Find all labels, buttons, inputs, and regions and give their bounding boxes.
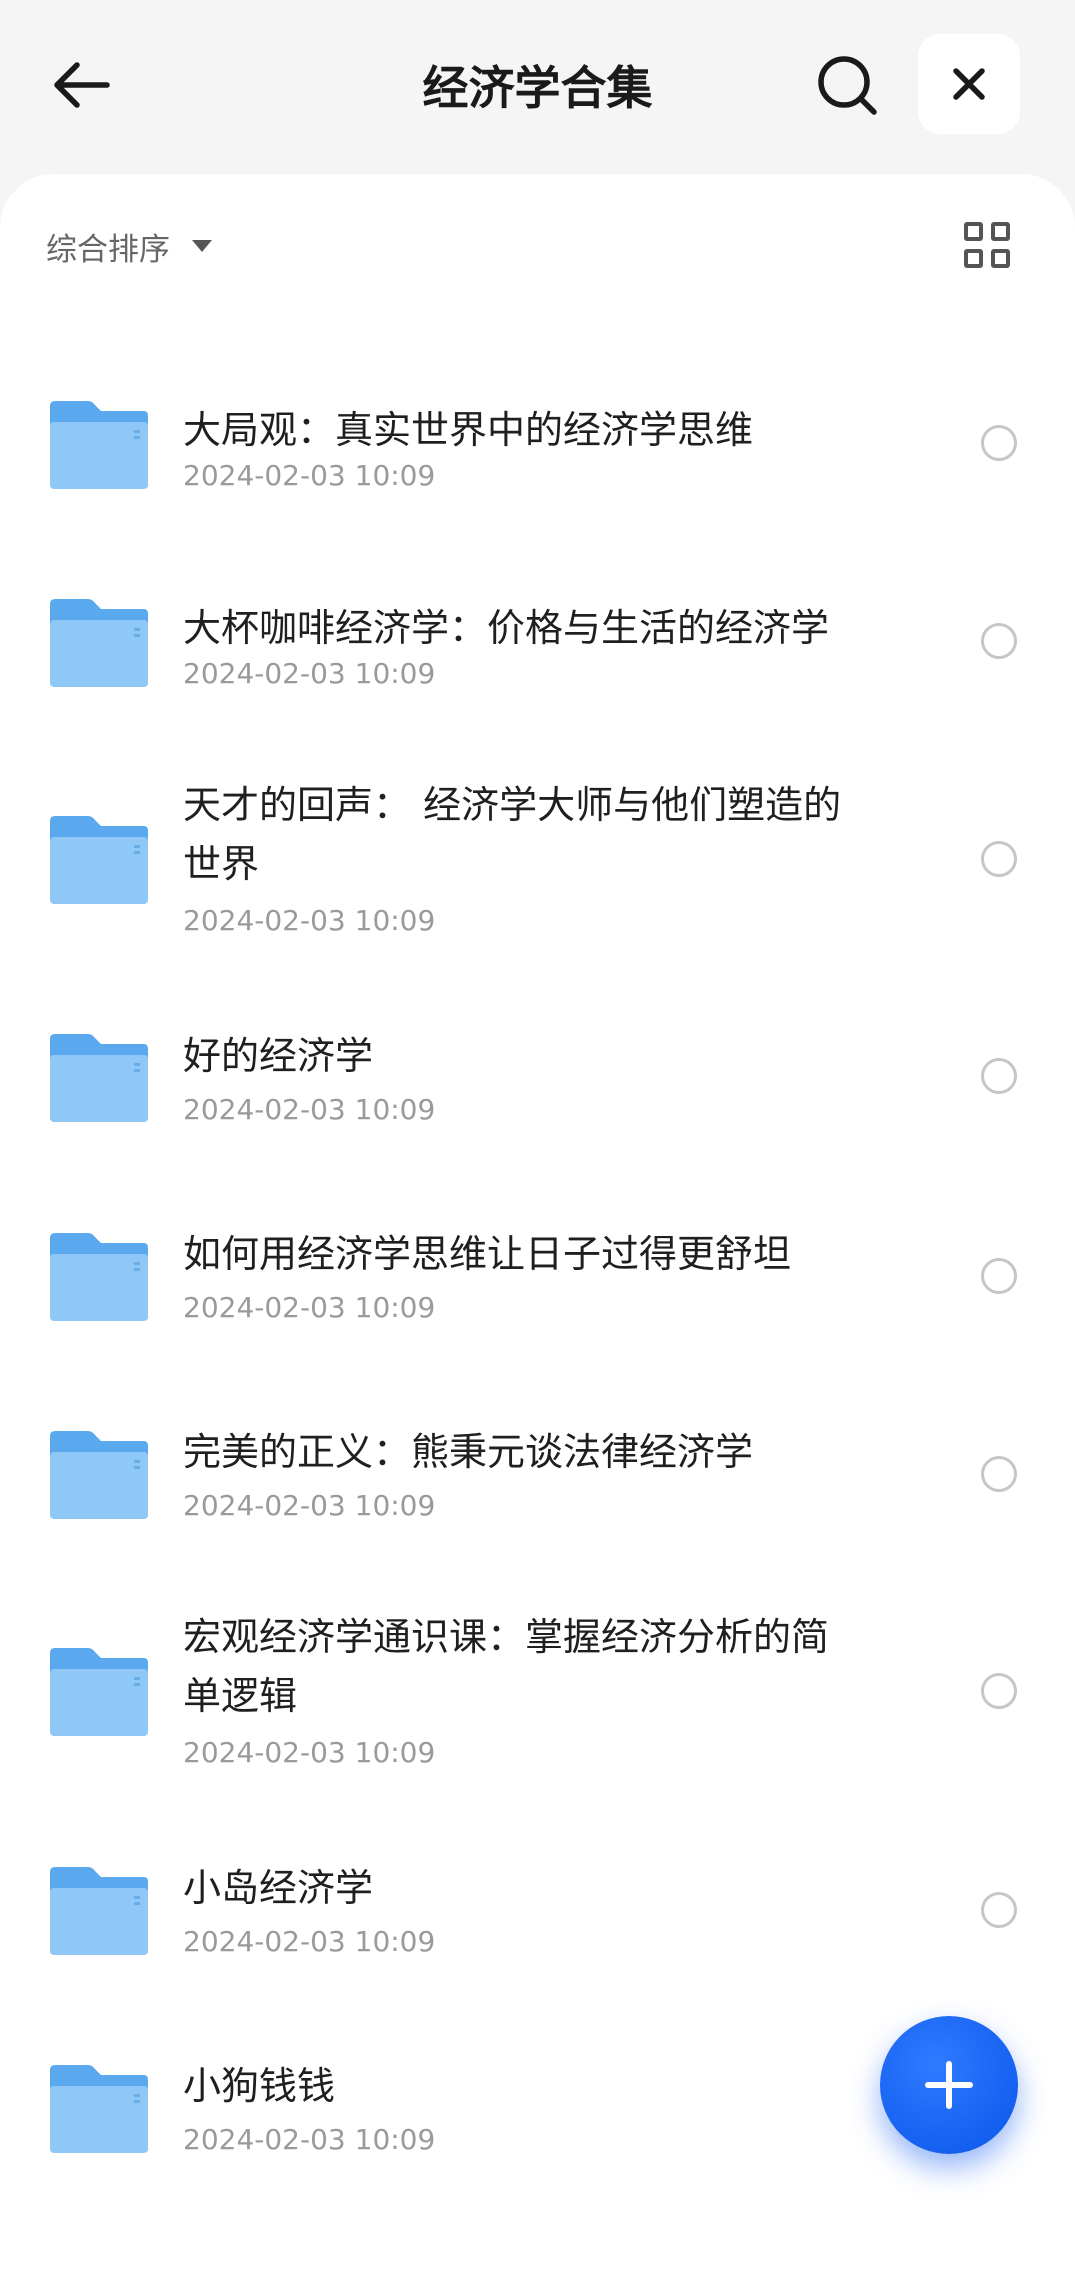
- close-icon: [953, 68, 985, 100]
- item-title: 大局观：真实世界中的经济学思维: [183, 408, 754, 452]
- select-radio[interactable]: [981, 425, 1017, 461]
- folder-icon: [50, 1648, 148, 1736]
- sort-label: 综合排序: [46, 231, 170, 268]
- page-title: 经济学合集: [422, 61, 653, 115]
- caret-down-icon: [192, 240, 212, 252]
- item-title: 宏观经济学通识课：掌握经济分析的简: [183, 1615, 830, 1659]
- sort-dropdown[interactable]: 综合排序: [46, 224, 212, 268]
- item-date: 2024-02-03 10:09: [183, 1925, 436, 1958]
- item-title: 大杯咖啡经济学：价格与生活的经济学: [183, 606, 830, 650]
- grid-view-button[interactable]: [960, 218, 1014, 272]
- folder-icon: [50, 1867, 148, 1955]
- list-item[interactable]: 小岛经济学 2024-02-03 10:09: [0, 1850, 1075, 2000]
- add-button[interactable]: [880, 2016, 1018, 2154]
- select-radio[interactable]: [981, 1456, 1017, 1492]
- close-button[interactable]: [918, 34, 1020, 134]
- item-date: 2024-02-03 10:09: [183, 2123, 436, 2156]
- grid-view-icon: [964, 222, 983, 241]
- select-radio[interactable]: [981, 1892, 1017, 1928]
- select-radio[interactable]: [981, 623, 1017, 659]
- list-item[interactable]: 大局观：真实世界中的经济学思维 2024-02-03 10:09: [0, 380, 1075, 530]
- folder-icon: [50, 2065, 148, 2153]
- item-date: 2024-02-03 10:09: [183, 657, 436, 690]
- item-title: 小狗钱钱: [183, 2064, 336, 2108]
- item-title-line-2: 单逻辑: [183, 1674, 298, 1718]
- list-item[interactable]: 好的经济学 2024-02-03 10:09: [0, 1018, 1075, 1168]
- folder-icon: [50, 816, 148, 904]
- folder-icon: [50, 1034, 148, 1122]
- item-date: 2024-02-03 10:09: [183, 1093, 436, 1126]
- list-item[interactable]: 大杯咖啡经济学：价格与生活的经济学 2024-02-03 10:09: [0, 578, 1075, 728]
- select-radio[interactable]: [981, 1673, 1017, 1709]
- select-radio[interactable]: [981, 841, 1017, 877]
- item-title: 小岛经济学: [183, 1866, 374, 1910]
- top-bar: 经济学合集: [0, 0, 1075, 175]
- item-date: 2024-02-03 10:09: [183, 459, 436, 492]
- item-date: 2024-02-03 10:09: [183, 1291, 436, 1324]
- item-title: 天才的回声： 经济学大师与他们塑造的: [183, 783, 842, 827]
- folder-icon: [50, 1431, 148, 1519]
- list-item[interactable]: 天才的回声： 经济学大师与他们塑造的 世界 2024-02-03 10:09: [0, 775, 1075, 975]
- search-button[interactable]: [814, 52, 880, 118]
- item-date: 2024-02-03 10:09: [183, 904, 436, 937]
- select-radio[interactable]: [981, 1058, 1017, 1094]
- item-date: 2024-02-03 10:09: [183, 1736, 436, 1769]
- list-item[interactable]: 宏观经济学通识课：掌握经济分析的简 单逻辑 2024-02-03 10:09: [0, 1607, 1075, 1807]
- list-item[interactable]: 如何用经济学思维让日子过得更舒坦 2024-02-03 10:09: [0, 1216, 1075, 1366]
- item-title-line-2: 世界: [183, 842, 260, 886]
- item-title: 好的经济学: [183, 1034, 374, 1078]
- plus-icon: [925, 2061, 973, 2109]
- item-title: 如何用经济学思维让日子过得更舒坦: [183, 1232, 792, 1276]
- select-radio[interactable]: [981, 1258, 1017, 1294]
- item-date: 2024-02-03 10:09: [183, 1489, 436, 1522]
- list-item[interactable]: 完美的正义：熊秉元谈法律经济学 2024-02-03 10:09: [0, 1414, 1075, 1564]
- search-icon: [818, 56, 877, 115]
- folder-icon: [50, 401, 148, 489]
- item-title: 完美的正义：熊秉元谈法律经济学: [183, 1430, 754, 1474]
- folder-icon: [50, 1233, 148, 1321]
- folder-icon: [50, 599, 148, 687]
